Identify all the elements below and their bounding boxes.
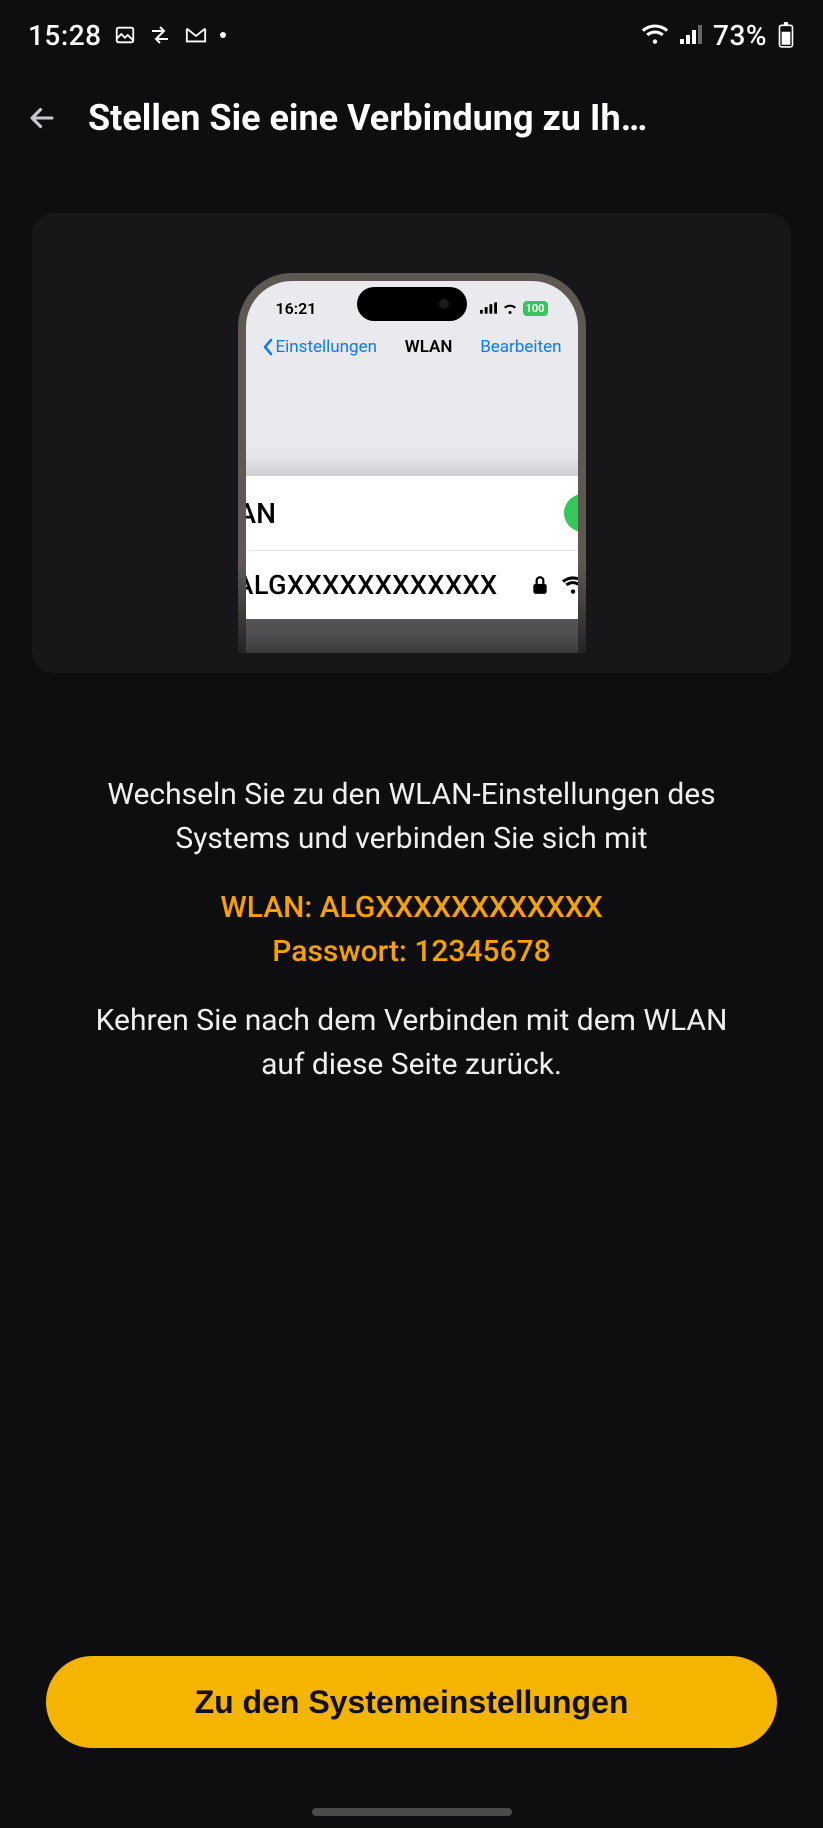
phone-mockup: 16:21 100 Einstellungen WLAN Bearbeiten — [238, 273, 586, 653]
signal-icon — [480, 302, 497, 314]
arrow-left-icon — [25, 101, 59, 135]
transfer-icon — [148, 25, 172, 45]
wifi-icon — [641, 24, 669, 46]
mockup-nav-edit: Bearbeiten — [480, 337, 561, 357]
mockup-nav-back: Einstellungen — [262, 337, 378, 357]
status-battery-pct: 73% — [713, 19, 767, 52]
signal-icon — [679, 25, 703, 45]
page-title: Stellen Sie eine Verbindung zu Ih… — [88, 97, 803, 139]
wlan-callout: WLAN ✓ ALGXXXXXXXXXXXX i — [238, 476, 586, 619]
mail-icon — [184, 24, 208, 46]
device-statusbar: 15:28 73% — [0, 0, 823, 70]
back-button[interactable] — [20, 96, 64, 140]
dot-icon — [220, 32, 226, 38]
app-header: Stellen Sie eine Verbindung zu Ih… — [0, 70, 823, 165]
wlan-toggle — [564, 494, 586, 532]
callout-network-name: ALGXXXXXXXXXXXX — [238, 569, 518, 601]
callout-header-row: WLAN — [238, 476, 586, 550]
mockup-nav-title: WLAN — [405, 337, 453, 357]
mockup-battery: 100 — [523, 301, 548, 316]
instruction-line-2: Kehren Sie nach dem Verbinden mit dem WL… — [72, 999, 751, 1086]
wlan-credentials: WLAN: ALGXXXXXXXXXXXX Passwort: 12345678 — [72, 886, 751, 973]
callout-wlan-label: WLAN — [238, 497, 276, 530]
chevron-left-icon — [262, 338, 274, 356]
callout-network-row: ✓ ALGXXXXXXXXXXXX i — [238, 550, 586, 619]
instruction-line-1: Wechseln Sie zu den WLAN-Einstellungen d… — [72, 773, 751, 860]
battery-icon — [777, 22, 795, 48]
phone-notch — [357, 287, 467, 321]
instructions-block: Wechseln Sie zu den WLAN-Einstellungen d… — [32, 673, 791, 1086]
mockup-navbar: Einstellungen WLAN Bearbeiten — [246, 327, 578, 367]
wifi-icon — [502, 302, 518, 314]
mockup-time: 16:21 — [276, 299, 317, 318]
open-settings-button[interactable]: Zu den Systemeinstellungen — [46, 1656, 777, 1748]
lock-icon — [532, 575, 548, 595]
wifi-icon — [562, 576, 584, 594]
image-icon — [114, 24, 136, 46]
illustration-card: 16:21 100 Einstellungen WLAN Bearbeiten — [32, 213, 791, 673]
gesture-bar — [312, 1808, 512, 1816]
status-time: 15:28 — [28, 19, 102, 52]
